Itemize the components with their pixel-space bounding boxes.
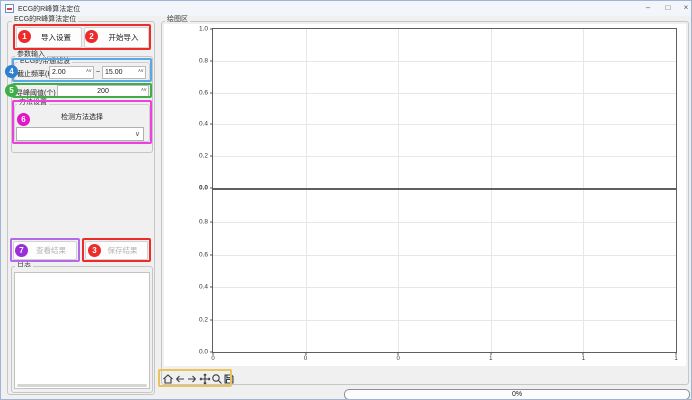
x-tick-mark — [213, 352, 214, 355]
gridline-vertical — [398, 190, 399, 352]
window-title: ECG的R峰算法定位 — [18, 4, 80, 14]
x-tick-mark — [676, 352, 677, 355]
titlebar[interactable]: ECG的R峰算法定位 – □ × — [1, 1, 691, 16]
gridline-vertical — [583, 29, 584, 188]
chevron-down-icon: ∨ — [135, 130, 140, 138]
gridline-vertical — [491, 29, 492, 188]
y-tick-label: 1.0 — [199, 26, 208, 33]
cutoff-high-value: 15.00 — [105, 69, 123, 76]
x-tick-label: 0 — [211, 356, 214, 362]
x-tick-mark — [398, 352, 399, 355]
app-window: ECG的R峰算法定位 – □ × ECG的R峰算法定位 导入设置 开始导入 1 … — [0, 0, 692, 400]
y-tick-mark — [210, 222, 213, 223]
spinner-arrows-icon[interactable]: ∧∨ — [138, 68, 143, 74]
annotation-circle-1: 1 — [18, 30, 31, 43]
cutoff-high-spinbox[interactable]: 15.00 ∧∨ — [102, 66, 146, 79]
x-tick-label: 1 — [674, 356, 677, 362]
gridline-vertical — [491, 190, 492, 352]
spinner-arrows-icon[interactable]: ∧∨ — [141, 87, 146, 93]
gridline-horizontal — [213, 124, 676, 125]
y-tick-label: 0.0 — [199, 185, 208, 192]
log-hscrollbar[interactable] — [17, 384, 147, 387]
y-tick-mark — [210, 29, 213, 30]
x-tick-mark — [305, 352, 306, 355]
log-textarea[interactable] — [14, 272, 150, 389]
y-tick-mark — [210, 319, 213, 320]
y-tick-label: 0.6 — [199, 251, 208, 258]
minimize-button[interactable]: – — [641, 2, 655, 14]
back-icon[interactable] — [174, 373, 186, 385]
forward-icon[interactable] — [186, 373, 198, 385]
x-tick-label: 1 — [582, 356, 585, 362]
gridline-horizontal — [213, 93, 676, 94]
app-icon — [5, 4, 14, 13]
cutoff-separator: ~ — [96, 69, 100, 76]
plot-panel-group-label: 绘图区 — [165, 16, 190, 24]
left-panel-group-label: ECG的R峰算法定位 — [12, 16, 78, 24]
maximize-button[interactable]: □ — [661, 2, 675, 14]
y-tick-label: 0.2 — [199, 316, 208, 323]
progress-bar: 0% — [344, 389, 690, 400]
zoom-icon[interactable] — [211, 373, 223, 385]
plot-figure[interactable]: 1.00.80.60.40.20.0 0.80.60.40.20.0000111 — [164, 24, 686, 366]
x-tick-mark — [490, 352, 491, 355]
progress-value: 0% — [512, 391, 522, 398]
gridline-horizontal — [213, 156, 676, 157]
annotation-circle-2: 2 — [85, 30, 98, 43]
method-select[interactable]: ∨ — [16, 127, 144, 141]
bandpass-group-label: ECG的带通滤波 — [18, 58, 72, 66]
y-tick-label: 0.2 — [199, 153, 208, 160]
gridline-horizontal — [213, 222, 676, 223]
method-label: 检测方法选择 — [21, 112, 143, 122]
gridline-vertical — [583, 190, 584, 352]
y-tick-label: 0.8 — [199, 219, 208, 226]
x-tick-label: 0 — [304, 356, 307, 362]
gridline-vertical — [306, 190, 307, 352]
y-tick-label: 0.4 — [199, 284, 208, 291]
x-tick-mark — [583, 352, 584, 355]
gridline-horizontal — [213, 61, 676, 62]
gridline-vertical — [398, 29, 399, 188]
home-icon[interactable] — [162, 373, 174, 385]
gridline-vertical — [306, 29, 307, 188]
subplot-top[interactable]: 1.00.80.60.40.20.0 — [212, 28, 677, 189]
spinner-arrows-icon[interactable]: ∧∨ — [86, 68, 91, 74]
threshold-value: 200 — [97, 88, 109, 95]
y-tick-mark — [210, 156, 213, 157]
y-tick-mark — [210, 92, 213, 93]
method-group-label: 方法设置 — [17, 99, 49, 107]
pan-icon[interactable] — [199, 373, 211, 385]
close-button[interactable]: × — [679, 2, 692, 14]
annotation-circle-6: 6 — [17, 113, 30, 126]
gridline-horizontal — [213, 287, 676, 288]
threshold-spinbox[interactable]: 200 ∧∨ — [57, 85, 149, 97]
annotation-circle-7: 7 — [15, 244, 28, 257]
gridline-horizontal — [213, 255, 676, 256]
y-tick-label: 0.4 — [199, 121, 208, 128]
log-group-label: 日志 — [15, 261, 33, 269]
annotation-circle-5: 5 — [5, 84, 18, 97]
y-tick-mark — [210, 60, 213, 61]
cutoff-low-spinbox[interactable]: 2.00 ∧∨ — [49, 66, 94, 79]
y-tick-mark — [210, 124, 213, 125]
x-tick-label: 1 — [489, 356, 492, 362]
x-tick-label: 0 — [397, 356, 400, 362]
y-tick-label: 0.0 — [199, 349, 208, 356]
y-tick-label: 0.8 — [199, 57, 208, 64]
y-tick-mark — [210, 254, 213, 255]
save-icon[interactable] — [223, 373, 235, 385]
gridline-horizontal — [213, 320, 676, 321]
annotation-circle-4: 4 — [5, 65, 18, 78]
cutoff-low-value: 2.00 — [52, 69, 66, 76]
threshold-label: 寻峰阈值(个) — [16, 88, 56, 98]
annotation-circle-3: 3 — [88, 244, 101, 257]
y-tick-mark — [210, 287, 213, 288]
subplot-bottom[interactable]: 0.80.60.40.20.0000111 — [212, 189, 677, 353]
y-tick-label: 0.6 — [199, 89, 208, 96]
